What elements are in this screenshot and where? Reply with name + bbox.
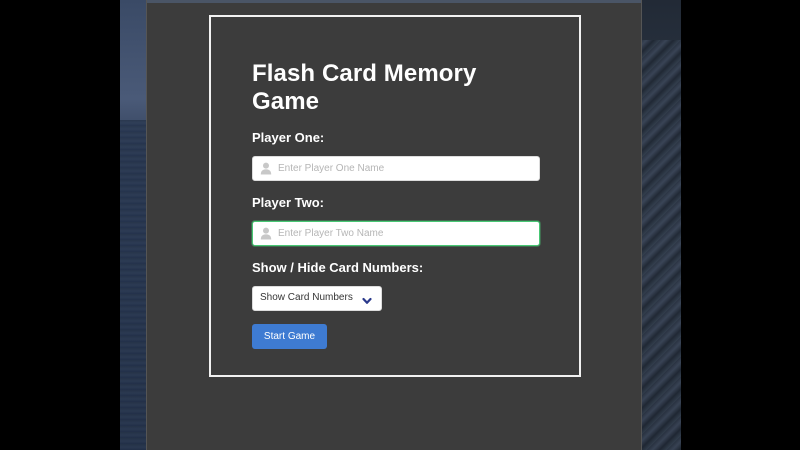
window-top-edge — [147, 0, 641, 3]
start-game-button[interactable]: Start Game — [252, 324, 327, 349]
game-setup-form: Flash Card Memory Game Player One: Playe… — [252, 60, 542, 349]
card-numbers-label: Show / Hide Card Numbers: — [252, 260, 424, 275]
card-numbers-select[interactable]: Show Card Numbers — [252, 286, 382, 311]
game-title: Flash Card Memory Game — [252, 60, 477, 115]
app-window: Flash Card Memory Game Player One: Playe… — [146, 0, 642, 450]
chevron-down-icon — [362, 293, 372, 304]
desktop-screen: Flash Card Memory Game Player One: Playe… — [0, 0, 800, 450]
wallpaper-water — [120, 120, 148, 450]
game-setup-card: Flash Card Memory Game Player One: Playe… — [209, 15, 581, 377]
player-one-input[interactable] — [278, 157, 536, 180]
player-two-label: Player Two: — [252, 195, 325, 210]
user-icon — [260, 162, 272, 175]
wallpaper-right — [641, 0, 681, 450]
wallpaper-rock — [641, 40, 681, 450]
player-one-field[interactable] — [252, 156, 540, 181]
player-two-input[interactable] — [278, 222, 536, 245]
player-two-field[interactable] — [252, 221, 540, 246]
wallpaper-left — [120, 0, 148, 450]
user-icon — [260, 227, 272, 240]
player-one-label: Player One: — [252, 130, 325, 145]
card-numbers-selected-value: Show Card Numbers — [260, 292, 353, 303]
